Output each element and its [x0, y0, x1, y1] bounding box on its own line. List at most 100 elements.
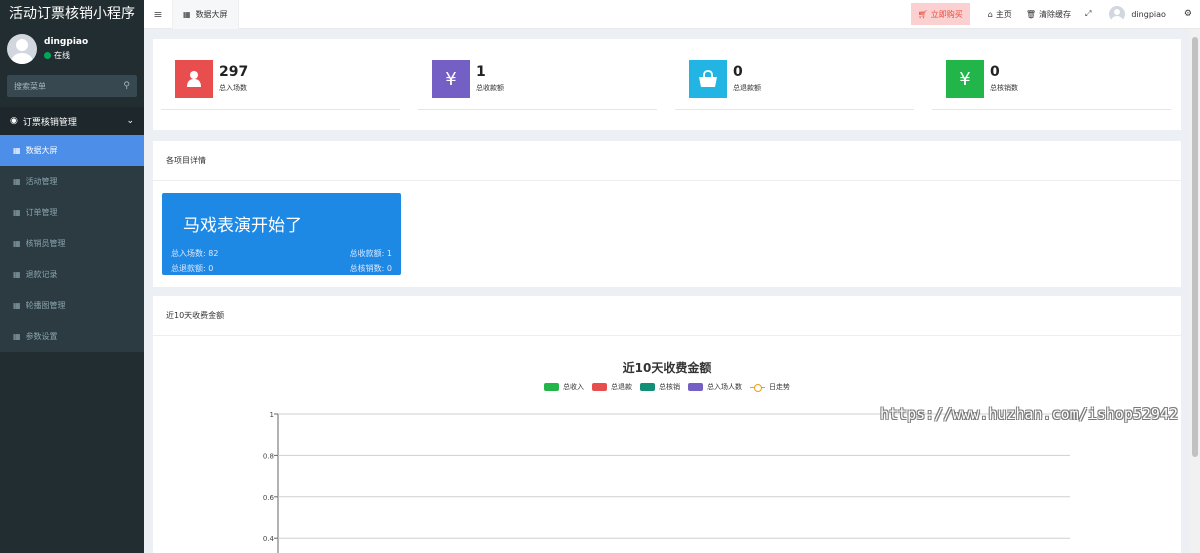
legend-label: 日走势: [769, 383, 790, 391]
sidebar-item-label: 活动管理: [25, 177, 58, 186]
table-icon: ▦: [183, 9, 191, 19]
sidebar-item-label: 核销员管理: [25, 239, 66, 248]
stat-label: 总退款额: [733, 84, 761, 92]
table-icon: ▦: [13, 301, 21, 310]
app-title[interactable]: 活动订票核销小程序: [0, 0, 144, 29]
sidebar-item-label: 轮播图管理: [25, 301, 66, 310]
gears-icon[interactable]: ⚙: [1184, 9, 1192, 19]
online-dot-icon: [44, 52, 51, 59]
home-link[interactable]: ⌂ 主页: [988, 9, 1012, 20]
cart-icon: 🛒︎: [917, 9, 928, 19]
buy-now-label: 立即购买: [930, 9, 963, 19]
legend-swatch: [640, 383, 655, 391]
project-verify: 总核销数: 0: [349, 264, 392, 273]
sidebar-item-dashboard[interactable]: ▦ 数据大屏: [0, 135, 144, 166]
legend-label: 总核销: [659, 383, 680, 391]
stat-value: 297: [219, 64, 249, 80]
stat-card: ¥ 1 总收款额: [418, 39, 657, 110]
table-icon: ▦: [13, 270, 21, 279]
fullscreen-icon[interactable]: ⤢: [1085, 9, 1091, 19]
stat-card: ¥ 0 总核销数: [932, 39, 1171, 110]
chart-title: 近10天收费金额: [622, 361, 712, 375]
dashboard-icon: ◉: [10, 116, 18, 126]
search-box: ⚲: [7, 75, 137, 97]
top-header: ≡ ▦ 数据大屏 🛒︎ 立即购买 ⌂ 主页 🗑︎ 清除缓存 ⤢ dingpiao…: [144, 0, 1200, 29]
sidebar: 活动订票核销小程序 dingpiao 在线 ⚲ ◉ 订票核销管理 ⌄ ▦ 数据大…: [0, 0, 144, 553]
legend-label: 总入场人数: [707, 383, 742, 391]
yen-icon: ¥: [946, 60, 984, 98]
page-scrollbar[interactable]: [1190, 29, 1200, 553]
legend-swatch: [688, 383, 703, 391]
legend-item[interactable]: 总退款: [592, 382, 632, 392]
home-label: 主页: [995, 9, 1012, 19]
header-user-name[interactable]: dingpiao: [1131, 10, 1166, 19]
legend-label: 总退款: [611, 383, 632, 391]
user-panel: dingpiao 在线: [0, 29, 144, 69]
projects-heading: 各项目详情: [153, 141, 1181, 181]
search-input[interactable]: [14, 81, 114, 91]
tab-dashboard[interactable]: ▦ 数据大屏: [172, 0, 239, 29]
legend-item[interactable]: 总收入: [544, 382, 584, 392]
income-heading: 近10天收费金额: [153, 296, 1181, 336]
sidebar-item-label: 数据大屏: [25, 146, 58, 155]
stat-value: 0: [990, 64, 1000, 80]
y-tick-label: 1: [270, 411, 274, 419]
project-income: 总收款额: 1: [349, 249, 392, 258]
sidebar-item-activities[interactable]: ▦ 活动管理: [0, 166, 144, 197]
table-icon: ▦: [13, 208, 21, 217]
legend-item[interactable]: 总入场人数: [688, 382, 742, 392]
home-icon: ⌂: [987, 9, 993, 19]
legend-item[interactable]: 总核销: [640, 382, 680, 392]
user-status-text: 在线: [54, 51, 70, 60]
stat-value: 1: [476, 64, 486, 80]
sidebar-item-carousel[interactable]: ▦ 轮播图管理: [0, 290, 144, 321]
menu-group-ticket-management[interactable]: ◉ 订票核销管理 ⌄: [0, 107, 144, 135]
legend-swatch: [592, 383, 607, 391]
legend-swatch: [750, 383, 765, 392]
project-card[interactable]: 马戏表演开始了 总入场数: 82 总收款额: 1 总退款额: 0 总核销数: 0: [162, 193, 401, 275]
search-icon[interactable]: ⚲: [123, 81, 130, 91]
table-icon: ▦: [13, 146, 21, 155]
yen-icon: ¥: [432, 60, 470, 98]
menu-group-label: 订票核销管理: [22, 117, 77, 128]
chart-legend: 总收入 总退款 总核销 总入场人数 日走势: [153, 382, 1181, 392]
user-status: 在线: [44, 50, 88, 61]
stat-card: 0 总退款额: [675, 39, 914, 110]
sidebar-item-verifiers[interactable]: ▦ 核销员管理: [0, 228, 144, 259]
stat-label: 总收款额: [476, 84, 504, 92]
user-name: dingpiao: [44, 37, 89, 47]
user-icon: [175, 60, 213, 98]
table-icon: ▦: [13, 239, 21, 248]
menu-toggle-icon[interactable]: ≡: [144, 8, 172, 21]
header-avatar[interactable]: [1109, 6, 1126, 22]
clear-cache-link[interactable]: 🗑︎ 清除缓存: [1026, 9, 1071, 20]
y-tick-label: 0.8: [263, 452, 274, 460]
legend-swatch: [544, 383, 559, 391]
scrollbar-thumb[interactable]: [1192, 37, 1198, 457]
stat-label: 总核销数: [990, 84, 1018, 92]
buy-now-button[interactable]: 🛒︎ 立即购买: [910, 3, 970, 25]
stats-panel: 297 总入场数 ¥ 1 总收款额 0 总退款额 ¥ 0 总核销数: [153, 39, 1181, 130]
income-chart-panel: 近10天收费金额 1 0.8 0.6 0.4 近10天收费金额 总收入 总退款 总核销 总入…: [153, 296, 1181, 553]
sidebar-item-refunds[interactable]: ▦ 退款记录: [0, 259, 144, 290]
projects-panel: 各项目详情 马戏表演开始了 总入场数: 82 总收款额: 1 总退款额: 0 总…: [153, 141, 1181, 287]
legend-item[interactable]: 日走势: [750, 382, 790, 392]
sidebar-item-orders[interactable]: ▦ 订单管理: [0, 197, 144, 228]
watermark-text: https://www.huzhan.com/ishop52942: [880, 405, 1179, 423]
main-content: 297 总入场数 ¥ 1 总收款额 0 总退款额 ¥ 0 总核销数 各项目详情 …: [153, 39, 1181, 553]
y-tick-label: 0.4: [263, 535, 275, 543]
submenu: ▦ 数据大屏 ▦ 活动管理 ▦ 订单管理 ▦ 核销员管理 ▦ 退款记录 ▦ 轮播…: [0, 135, 144, 352]
chevron-down-icon: ⌄: [126, 116, 134, 126]
project-refund: 总退款额: 0: [171, 264, 214, 273]
sidebar-item-label: 订单管理: [25, 208, 58, 217]
stat-card: 297 总入场数: [161, 39, 400, 110]
trash-icon: 🗑︎: [1025, 9, 1036, 19]
sidebar-item-settings[interactable]: ▦ 参数设置: [0, 321, 144, 352]
project-title: 马戏表演开始了: [183, 216, 302, 236]
tab-label: 数据大屏: [195, 9, 228, 19]
shopping-bag-icon: [689, 60, 727, 98]
chart-body: 1 0.8 0.6 0.4 近10天收费金额 总收入 总退款 总核销 总入场人数 日走势: [153, 336, 1181, 553]
clear-cache-label: 清除缓存: [1038, 9, 1071, 19]
y-tick-label: 0.6: [263, 494, 275, 502]
legend-label: 总收入: [563, 383, 584, 391]
